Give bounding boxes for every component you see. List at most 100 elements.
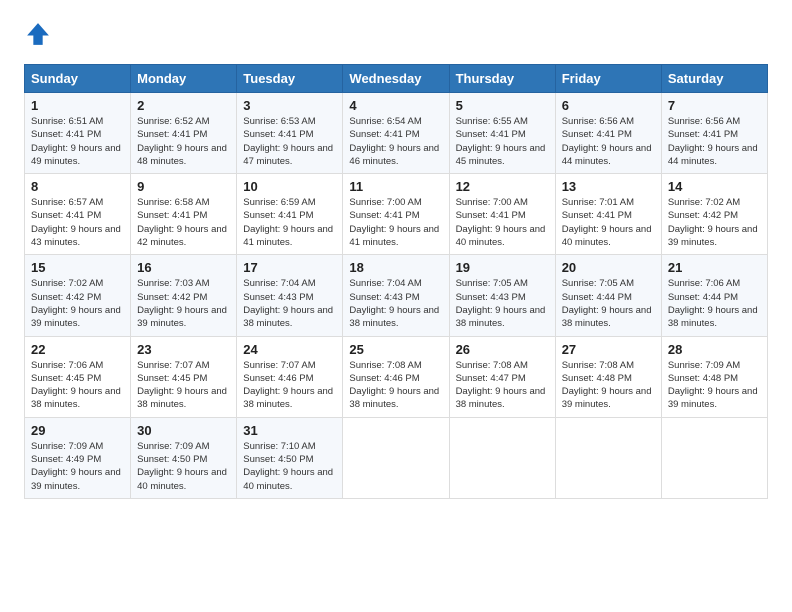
calendar-cell: 28 Sunrise: 7:09 AMSunset: 4:48 PMDayligh…	[661, 336, 767, 417]
day-detail: Sunrise: 6:55 AMSunset: 4:41 PMDaylight:…	[456, 115, 549, 168]
calendar-cell: 9 Sunrise: 6:58 AMSunset: 4:41 PMDaylight…	[131, 174, 237, 255]
calendar-cell	[449, 417, 555, 498]
day-detail: Sunrise: 6:59 AMSunset: 4:41 PMDaylight:…	[243, 196, 336, 249]
logo	[24, 20, 56, 48]
calendar-cell: 1 Sunrise: 6:51 AMSunset: 4:41 PMDaylight…	[25, 93, 131, 174]
day-number: 13	[562, 179, 655, 194]
calendar-cell: 3 Sunrise: 6:53 AMSunset: 4:41 PMDaylight…	[237, 93, 343, 174]
day-number: 22	[31, 342, 124, 357]
header-thursday: Thursday	[449, 65, 555, 93]
calendar-header: SundayMondayTuesdayWednesdayThursdayFrid…	[25, 65, 768, 93]
day-detail: Sunrise: 6:58 AMSunset: 4:41 PMDaylight:…	[137, 196, 230, 249]
calendar-cell: 30Sunrise: 7:09 AMSunset: 4:50 PMDayligh…	[131, 417, 237, 498]
day-number: 4	[349, 98, 442, 113]
day-number: 7	[668, 98, 761, 113]
calendar-cell: 18 Sunrise: 7:04 AMSunset: 4:43 PMDayligh…	[343, 255, 449, 336]
calendar-cell	[343, 417, 449, 498]
day-detail: Sunrise: 7:02 AMSunset: 4:42 PMDaylight:…	[668, 196, 761, 249]
day-number: 8	[31, 179, 124, 194]
day-detail: Sunrise: 7:04 AMSunset: 4:43 PMDaylight:…	[349, 277, 442, 330]
calendar-cell: 2Sunrise: 6:52 AMSunset: 4:41 PMDaylight…	[131, 93, 237, 174]
day-number: 11	[349, 179, 442, 194]
day-detail: Sunrise: 7:03 AMSunset: 4:42 PMDaylight:…	[137, 277, 230, 330]
day-detail: Sunrise: 7:00 AMSunset: 4:41 PMDaylight:…	[349, 196, 442, 249]
day-number: 28	[668, 342, 761, 357]
calendar-body: 1 Sunrise: 6:51 AMSunset: 4:41 PMDaylight…	[25, 93, 768, 499]
calendar-cell: 7 Sunrise: 6:56 AMSunset: 4:41 PMDaylight…	[661, 93, 767, 174]
day-number: 21	[668, 260, 761, 275]
day-number: 26	[456, 342, 549, 357]
calendar-cell: 22 Sunrise: 7:06 AMSunset: 4:45 PMDayligh…	[25, 336, 131, 417]
calendar-week-3: 15 Sunrise: 7:02 AMSunset: 4:42 PMDayligh…	[25, 255, 768, 336]
day-detail: Sunrise: 7:02 AMSunset: 4:42 PMDaylight:…	[31, 277, 124, 330]
calendar-cell: 17Sunrise: 7:04 AMSunset: 4:43 PMDayligh…	[237, 255, 343, 336]
day-number: 9	[137, 179, 230, 194]
day-number: 29	[31, 423, 124, 438]
day-detail: Sunrise: 6:53 AMSunset: 4:41 PMDaylight:…	[243, 115, 336, 168]
day-detail: Sunrise: 7:06 AMSunset: 4:45 PMDaylight:…	[31, 359, 124, 412]
calendar-cell: 4 Sunrise: 6:54 AMSunset: 4:41 PMDaylight…	[343, 93, 449, 174]
calendar-cell	[661, 417, 767, 498]
day-detail: Sunrise: 7:08 AMSunset: 4:46 PMDaylight:…	[349, 359, 442, 412]
calendar-cell: 6 Sunrise: 6:56 AMSunset: 4:41 PMDaylight…	[555, 93, 661, 174]
calendar: SundayMondayTuesdayWednesdayThursdayFrid…	[24, 64, 768, 499]
calendar-week-2: 8 Sunrise: 6:57 AMSunset: 4:41 PMDaylight…	[25, 174, 768, 255]
day-detail: Sunrise: 7:07 AMSunset: 4:46 PMDaylight:…	[243, 359, 336, 412]
day-number: 3	[243, 98, 336, 113]
day-detail: Sunrise: 6:54 AMSunset: 4:41 PMDaylight:…	[349, 115, 442, 168]
calendar-cell: 16Sunrise: 7:03 AMSunset: 4:42 PMDayligh…	[131, 255, 237, 336]
header-tuesday: Tuesday	[237, 65, 343, 93]
calendar-cell: 27 Sunrise: 7:08 AMSunset: 4:48 PMDayligh…	[555, 336, 661, 417]
day-number: 14	[668, 179, 761, 194]
day-number: 12	[456, 179, 549, 194]
day-number: 20	[562, 260, 655, 275]
calendar-cell: 14 Sunrise: 7:02 AMSunset: 4:42 PMDayligh…	[661, 174, 767, 255]
day-detail: Sunrise: 6:56 AMSunset: 4:41 PMDaylight:…	[668, 115, 761, 168]
page-header	[24, 20, 768, 48]
day-detail: Sunrise: 7:10 AMSunset: 4:50 PMDaylight:…	[243, 440, 336, 493]
day-number: 15	[31, 260, 124, 275]
day-number: 27	[562, 342, 655, 357]
calendar-cell	[555, 417, 661, 498]
calendar-cell: 31 Sunrise: 7:10 AMSunset: 4:50 PMDayligh…	[237, 417, 343, 498]
header-wednesday: Wednesday	[343, 65, 449, 93]
calendar-cell: 21 Sunrise: 7:06 AMSunset: 4:44 PMDayligh…	[661, 255, 767, 336]
day-detail: Sunrise: 7:01 AMSunset: 4:41 PMDaylight:…	[562, 196, 655, 249]
calendar-cell: 5 Sunrise: 6:55 AMSunset: 4:41 PMDaylight…	[449, 93, 555, 174]
day-detail: Sunrise: 6:57 AMSunset: 4:41 PMDaylight:…	[31, 196, 124, 249]
day-detail: Sunrise: 7:09 AMSunset: 4:49 PMDaylight:…	[31, 440, 124, 493]
calendar-cell: 20Sunrise: 7:05 AMSunset: 4:44 PMDayligh…	[555, 255, 661, 336]
day-detail: Sunrise: 7:07 AMSunset: 4:45 PMDaylight:…	[137, 359, 230, 412]
header-monday: Monday	[131, 65, 237, 93]
day-detail: Sunrise: 6:52 AMSunset: 4:41 PMDaylight:…	[137, 115, 230, 168]
day-detail: Sunrise: 6:56 AMSunset: 4:41 PMDaylight:…	[562, 115, 655, 168]
day-number: 23	[137, 342, 230, 357]
day-number: 6	[562, 98, 655, 113]
calendar-week-5: 29 Sunrise: 7:09 AMSunset: 4:49 PMDayligh…	[25, 417, 768, 498]
day-number: 30	[137, 423, 230, 438]
day-number: 31	[243, 423, 336, 438]
header-friday: Friday	[555, 65, 661, 93]
calendar-cell: 26 Sunrise: 7:08 AMSunset: 4:47 PMDayligh…	[449, 336, 555, 417]
day-number: 1	[31, 98, 124, 113]
day-number: 18	[349, 260, 442, 275]
day-detail: Sunrise: 6:51 AMSunset: 4:41 PMDaylight:…	[31, 115, 124, 168]
calendar-cell: 13 Sunrise: 7:01 AMSunset: 4:41 PMDayligh…	[555, 174, 661, 255]
header-sunday: Sunday	[25, 65, 131, 93]
calendar-cell: 24 Sunrise: 7:07 AMSunset: 4:46 PMDayligh…	[237, 336, 343, 417]
day-number: 24	[243, 342, 336, 357]
calendar-cell: 19Sunrise: 7:05 AMSunset: 4:43 PMDayligh…	[449, 255, 555, 336]
calendar-cell: 10 Sunrise: 6:59 AMSunset: 4:41 PMDayligh…	[237, 174, 343, 255]
day-detail: Sunrise: 7:08 AMSunset: 4:48 PMDaylight:…	[562, 359, 655, 412]
header-saturday: Saturday	[661, 65, 767, 93]
day-number: 5	[456, 98, 549, 113]
calendar-cell: 29 Sunrise: 7:09 AMSunset: 4:49 PMDayligh…	[25, 417, 131, 498]
day-number: 10	[243, 179, 336, 194]
calendar-week-4: 22 Sunrise: 7:06 AMSunset: 4:45 PMDayligh…	[25, 336, 768, 417]
calendar-cell: 25Sunrise: 7:08 AMSunset: 4:46 PMDayligh…	[343, 336, 449, 417]
day-detail: Sunrise: 7:09 AMSunset: 4:48 PMDaylight:…	[668, 359, 761, 412]
calendar-cell: 11 Sunrise: 7:00 AMSunset: 4:41 PMDayligh…	[343, 174, 449, 255]
header-row: SundayMondayTuesdayWednesdayThursdayFrid…	[25, 65, 768, 93]
day-detail: Sunrise: 7:08 AMSunset: 4:47 PMDaylight:…	[456, 359, 549, 412]
day-detail: Sunrise: 7:06 AMSunset: 4:44 PMDaylight:…	[668, 277, 761, 330]
